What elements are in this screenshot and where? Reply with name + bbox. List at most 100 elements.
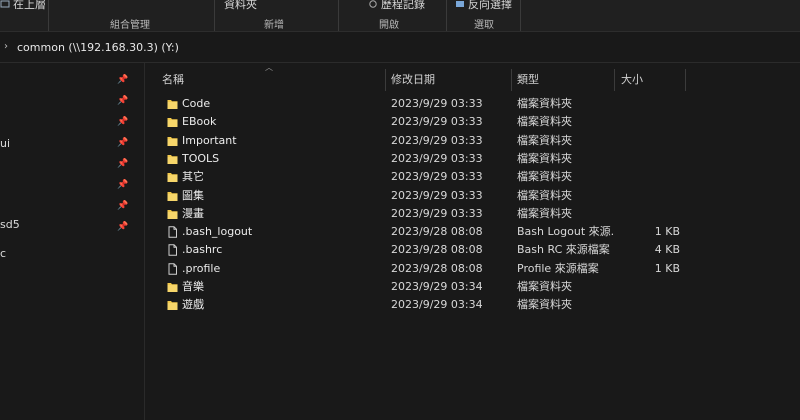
file-modified-date: 2023/9/29 03:33 [391, 115, 483, 129]
table-row[interactable]: Important 2023/9/29 03:33 檔案資料夾 [145, 132, 800, 150]
table-row[interactable]: 音樂 2023/9/29 03:34 檔案資料夾 [145, 278, 800, 296]
ribbon-separator [520, 0, 521, 31]
file-name: 漫畫 [182, 206, 204, 220]
table-row[interactable]: 其它 2023/9/29 03:33 檔案資料夾 [145, 168, 800, 186]
table-row[interactable]: .bashrc 2023/9/28 08:08 Bash RC 來源檔案 4 KB [145, 241, 800, 259]
file-type: 檔案資料夾 [517, 298, 572, 312]
pin-icon[interactable]: 📌 [117, 75, 128, 85]
file-type: 檔案資料夾 [517, 133, 572, 147]
column-divider[interactable] [614, 69, 615, 91]
file-modified-date: 2023/9/29 03:33 [391, 206, 483, 220]
ribbon-new-folder-button[interactable]: 資料夾 [224, 0, 257, 10]
ribbon-toolbar: 在上層 資料夾 歷程記錄 反向選擇 組合管理 新增 開啟 選取 [0, 0, 800, 32]
pin-icon[interactable]: 📌 [117, 180, 128, 190]
file-name: 遊戲 [182, 298, 204, 312]
chevron-right-icon[interactable]: › [4, 41, 8, 52]
ribbon-pin-button[interactable]: 在上層 [0, 0, 46, 10]
ribbon-separator [446, 0, 447, 31]
sort-ascending-icon: ︿ [265, 63, 273, 72]
file-name: TOOLS [182, 151, 220, 165]
table-row[interactable]: Code 2023/9/29 03:33 檔案資料夾 [145, 95, 800, 113]
ribbon-history-button[interactable]: 歷程記錄 [368, 0, 425, 10]
file-size: 1 KB [654, 225, 680, 239]
file-modified-date: 2023/9/29 03:33 [391, 170, 483, 184]
pin-icon[interactable]: 📌 [117, 138, 128, 148]
file-name: 音樂 [182, 280, 204, 293]
file-modified-date: 2023/9/29 03:33 [391, 97, 483, 110]
file-name: .bash_logout [182, 225, 253, 239]
folder-icon [167, 281, 178, 293]
file-type: 檔案資料夾 [517, 115, 572, 129]
file-type: Profile 來源檔案 [517, 261, 599, 275]
file-type: 檔案資料夾 [517, 280, 572, 293]
column-header-size[interactable]: 大小 [621, 71, 643, 89]
table-row[interactable]: 遊戲 2023/9/29 03:34 檔案資料夾 [145, 296, 800, 314]
file-size [621, 278, 680, 296]
table-row[interactable]: .bash_logout 2023/9/28 08:08 Bash Logout 來… [145, 223, 800, 241]
column-header-name[interactable]: 名稱 [162, 71, 184, 89]
file-size [621, 150, 680, 168]
address-bar[interactable]: › common (\\192.168.30.3) (Y:) [0, 32, 800, 63]
ribbon-group-open: 開啟 [379, 20, 399, 31]
file-modified-date: 2023/9/28 08:08 [391, 225, 483, 239]
invert-selection-icon [455, 0, 465, 8]
file-name: EBook [182, 115, 217, 129]
file-modified-date: 2023/9/29 03:34 [391, 280, 483, 293]
file-modified-date: 2023/9/29 03:33 [391, 133, 483, 147]
file-type: 檔案資料夾 [517, 206, 572, 220]
nav-item[interactable]: sd5 [0, 218, 20, 231]
folder-icon [167, 190, 178, 202]
file-size: 4 KB [654, 243, 680, 257]
file-name: 圖集 [182, 188, 204, 202]
file-type: 檔案資料夾 [517, 97, 572, 110]
table-row[interactable]: EBook 2023/9/29 03:33 檔案資料夾 [145, 113, 800, 131]
file-name: .profile [182, 261, 221, 275]
pin-icon[interactable]: 📌 [117, 159, 128, 169]
pin-icon [0, 0, 10, 8]
folder-icon [167, 299, 178, 311]
ribbon-group-new: 新增 [264, 20, 284, 31]
ribbon-pin-label: 在上層 [13, 0, 46, 10]
file-type: 檔案資料夾 [517, 151, 572, 165]
folder-icon [167, 153, 178, 165]
file-type: Bash Logout 來源... [517, 225, 613, 239]
file-modified-date: 2023/9/29 03:34 [391, 298, 483, 312]
ribbon-separator [214, 0, 215, 31]
file-modified-date: 2023/9/28 08:08 [391, 243, 483, 257]
file-size [621, 187, 680, 205]
ribbon-group-select: 選取 [474, 20, 494, 31]
address-path[interactable]: common (\\192.168.30.3) (Y:) [17, 41, 179, 54]
ribbon-invert-selection-label: 反向選擇 [468, 0, 512, 10]
pin-icon[interactable]: 📌 [117, 96, 128, 106]
ribbon-new-folder-label: 資料夾 [224, 0, 257, 10]
file-icon [167, 226, 178, 238]
file-size: 1 KB [654, 261, 680, 275]
column-header-date[interactable]: 修改日期 [391, 71, 435, 89]
pin-icon[interactable]: 📌 [117, 201, 128, 211]
ribbon-group-organize: 組合管理 [110, 20, 150, 31]
ribbon-history-label: 歷程記錄 [381, 0, 425, 10]
column-header-type[interactable]: 類型 [517, 71, 539, 89]
nav-item[interactable]: c [0, 247, 6, 260]
file-name: 其它 [182, 170, 204, 184]
table-row[interactable]: TOOLS 2023/9/29 03:33 檔案資料夾 [145, 150, 800, 168]
file-size [621, 205, 680, 223]
pin-icon[interactable]: 📌 [117, 117, 128, 127]
file-name: Important [182, 133, 237, 147]
file-size [621, 132, 680, 150]
file-size [621, 113, 680, 131]
table-row[interactable]: 圖集 2023/9/29 03:33 檔案資料夾 [145, 187, 800, 205]
nav-item[interactable]: ui [0, 137, 10, 150]
column-divider[interactable] [685, 69, 686, 91]
column-divider[interactable] [385, 69, 386, 91]
table-row[interactable]: .profile 2023/9/28 08:08 Profile 來源檔案 1 KB [145, 260, 800, 278]
file-type: Bash RC 來源檔案 [517, 243, 610, 257]
folder-icon [167, 171, 178, 183]
file-list: ︿ 名稱 修改日期 類型 大小 Code 2023/9/29 03:33 檔案資料夾… [145, 63, 800, 420]
ribbon-invert-selection-button[interactable]: 反向選擇 [455, 0, 512, 10]
table-row[interactable]: 漫畫 2023/9/29 03:33 檔案資料夾 [145, 205, 800, 223]
folder-icon [167, 135, 178, 147]
file-size [621, 95, 680, 113]
column-divider[interactable] [511, 69, 512, 91]
pin-icon[interactable]: 📌 [117, 222, 128, 232]
